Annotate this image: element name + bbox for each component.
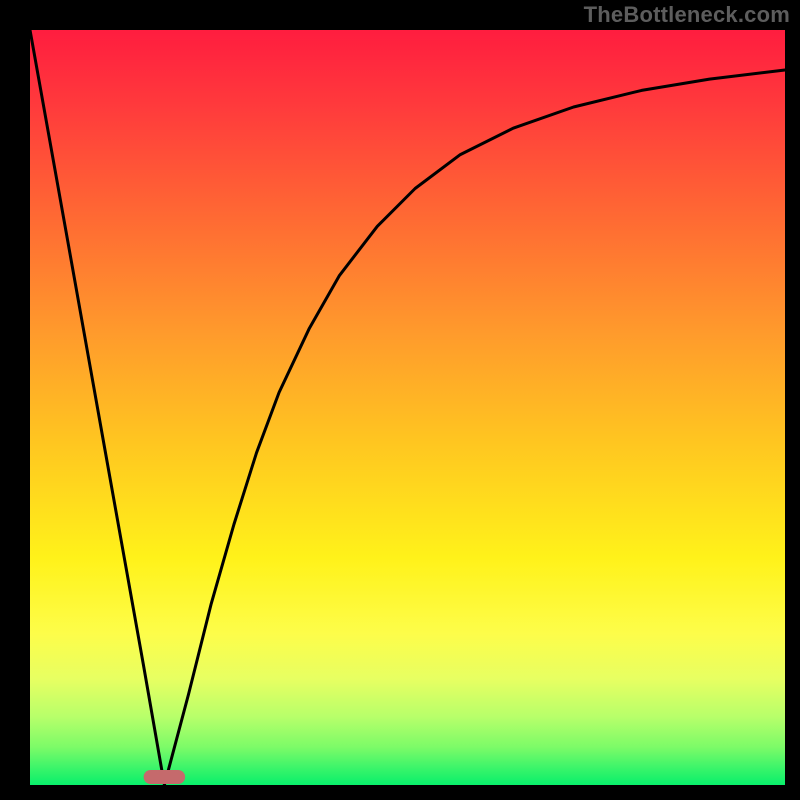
notch-marker [144, 770, 186, 784]
plot-curve [0, 0, 800, 800]
chart-frame: TheBottleneck.com [0, 0, 800, 800]
watermark-text: TheBottleneck.com [584, 2, 790, 28]
